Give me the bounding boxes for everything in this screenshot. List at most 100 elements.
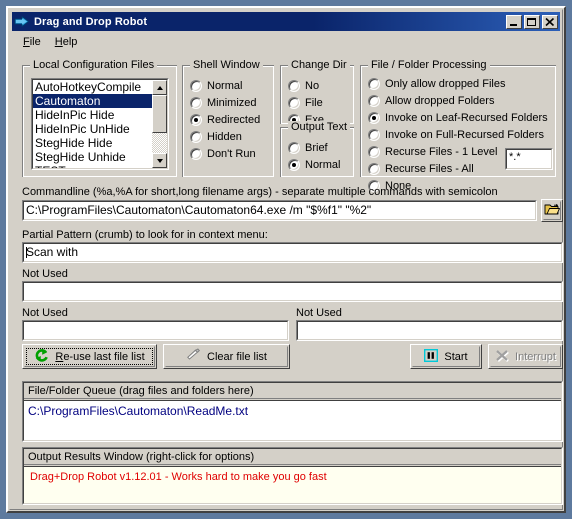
clear-button-label: Clear file list — [207, 350, 267, 363]
clear-file-list-button[interactable]: Clear file list — [163, 344, 290, 369]
commandline-value: C:\ProgramFiles\Cautomaton\Cautomaton64.… — [23, 201, 536, 220]
output-line: Drag+Drop Robot v1.12.01 - Works hard to… — [30, 471, 327, 483]
group-local-configuration-files: Local Configuration Files AutoHotkeyComp… — [22, 59, 177, 177]
output-title: Output Results Window (right-click for o… — [24, 449, 561, 465]
radio-indicator — [288, 141, 300, 154]
start-button[interactable]: Start — [410, 344, 482, 369]
radio-indicator — [368, 162, 380, 175]
output-results-panel: Output Results Window (right-click for o… — [22, 447, 563, 505]
menu-bar: FFileile Help — [12, 33, 560, 50]
radio-indicator — [368, 128, 380, 141]
group-title-change-dir: Change Dir — [288, 59, 350, 71]
listbox-scrollbar[interactable] — [152, 80, 167, 168]
radio-indicator — [190, 113, 202, 126]
partial-pattern-value: Scan with — [26, 245, 79, 259]
list-item[interactable]: TEST — [33, 164, 167, 168]
radio-shell-minimized[interactable]: Minimized — [190, 94, 273, 111]
reuse-last-file-list-button[interactable]: Re-use last file list — [22, 344, 157, 369]
radio-outputtext-brief[interactable]: Brief — [288, 139, 353, 156]
queue-title: File/Folder Queue (drag files and folder… — [24, 383, 561, 399]
radio-indicator — [288, 158, 300, 171]
radio-indicator — [368, 145, 380, 158]
interrupt-button-label: Interrupt — [515, 350, 556, 363]
not-used-1-input[interactable] — [22, 281, 563, 302]
scroll-down-button[interactable] — [152, 153, 167, 168]
radio-changedir-no[interactable]: No — [288, 77, 353, 94]
arrow-right-icon — [14, 15, 30, 29]
not-used-2-input[interactable] — [22, 320, 289, 341]
radio-indicator — [368, 94, 380, 107]
not-used-3-input[interactable] — [296, 320, 563, 341]
radio-outputtext-normal[interactable]: Normal — [288, 156, 353, 173]
radio-indicator — [288, 79, 300, 92]
group-title-output-text: Output Text — [288, 121, 351, 133]
partial-pattern-label: Partial Pattern (crumb) to look for in c… — [22, 229, 268, 241]
focus-ring — [26, 348, 153, 365]
group-file-folder-processing: File / Folder Processing Only allow drop… — [360, 59, 556, 192]
radio-invoke-full-recursed[interactable]: Invoke on Full-Recursed Folders — [368, 126, 555, 143]
commandline-label: Commandline (%a,%A for short,long filena… — [22, 186, 498, 198]
group-output-text: Output Text Brief Normal — [280, 121, 354, 177]
group-change-dir: Change Dir No File Exe — [280, 59, 354, 126]
radio-indicator — [190, 147, 202, 160]
list-item[interactable]: Cautomaton — [33, 94, 167, 108]
radio-indicator — [288, 96, 300, 109]
group-shell-window: Shell Window Normal Minimized Redirected… — [182, 59, 274, 177]
queue-item[interactable]: C:\ProgramFiles\Cautomaton\ReadMe.txt — [28, 404, 561, 418]
menu-help[interactable]: Help — [48, 35, 85, 49]
radio-allow-dropped-folders[interactable]: Allow dropped Folders — [368, 92, 555, 109]
list-item[interactable]: StegHide Hide — [33, 136, 167, 150]
not-used-1-value — [23, 282, 562, 301]
list-item[interactable]: HideInPic Hide — [33, 108, 167, 122]
radio-invoke-leaf-recursed[interactable]: Invoke on Leaf-Recursed Folders — [368, 109, 555, 126]
radio-shell-dont-run[interactable]: Don't Run — [190, 145, 273, 162]
list-item[interactable]: HideInPic UnHide — [33, 122, 167, 136]
not-used-2-value — [23, 321, 288, 340]
cancel-icon — [495, 349, 509, 365]
radio-indicator — [190, 96, 202, 109]
radio-indicator — [368, 111, 380, 124]
radio-indicator — [190, 130, 202, 143]
title-bar[interactable]: Drag and Drop Robot — [12, 12, 560, 31]
group-title-file-folder-processing: File / Folder Processing — [368, 59, 490, 71]
radio-shell-normal[interactable]: Normal — [190, 77, 273, 94]
local-config-listbox[interactable]: AutoHotkeyCompile Cautomaton HideInPic H… — [31, 78, 169, 170]
menu-file[interactable]: FFileile — [16, 35, 48, 49]
output-log[interactable]: Drag+Drop Robot v1.12.01 - Works hard to… — [24, 466, 561, 503]
file-filter-input[interactable]: *.* — [505, 148, 553, 170]
commandline-input[interactable]: C:\ProgramFiles\Cautomaton\Cautomaton64.… — [22, 200, 537, 221]
partial-pattern-input[interactable]: Scan with — [22, 242, 563, 263]
open-folder-icon — [544, 202, 560, 219]
scrollbar-thumb[interactable] — [152, 95, 167, 133]
close-button[interactable] — [542, 14, 558, 29]
list-item[interactable]: StegHide Unhide — [33, 150, 167, 164]
not-used-3-value — [297, 321, 562, 340]
list-item[interactable]: AutoHotkeyCompile — [33, 80, 167, 94]
group-title-local-config: Local Configuration Files — [30, 59, 158, 71]
radio-indicator — [368, 77, 380, 90]
group-title-shell-window: Shell Window — [190, 59, 263, 71]
queue-list[interactable]: C:\ProgramFiles\Cautomaton\ReadMe.txt — [24, 400, 561, 440]
commandline-browse-button[interactable] — [541, 199, 563, 222]
radio-shell-redirected[interactable]: Redirected — [190, 111, 273, 128]
play-pause-icon — [424, 348, 439, 365]
radio-only-allow-dropped-files[interactable]: Only allow dropped Files — [368, 75, 555, 92]
radio-shell-hidden[interactable]: Hidden — [190, 128, 273, 145]
start-button-label: Start — [444, 350, 468, 363]
minimize-button[interactable] — [506, 14, 522, 29]
not-used-1-label: Not Used — [22, 268, 68, 280]
file-folder-queue-panel: File/Folder Queue (drag files and folder… — [22, 381, 563, 442]
radio-indicator — [190, 79, 202, 92]
app-window: Drag and Drop Robot FFileile Help Local … — [6, 6, 566, 513]
not-used-3-label: Not Used — [296, 307, 342, 319]
scrollbar-track[interactable] — [152, 133, 167, 153]
not-used-2-label: Not Used — [22, 307, 68, 319]
eraser-icon — [186, 348, 201, 365]
interrupt-button[interactable]: Interrupt — [488, 344, 563, 369]
scroll-up-button[interactable] — [152, 80, 167, 95]
window-controls — [506, 14, 558, 29]
maximize-button[interactable] — [524, 14, 540, 29]
window-title: Drag and Drop Robot — [34, 15, 148, 28]
radio-changedir-file[interactable]: File — [288, 94, 353, 111]
file-filter-value: *.* — [506, 149, 552, 169]
